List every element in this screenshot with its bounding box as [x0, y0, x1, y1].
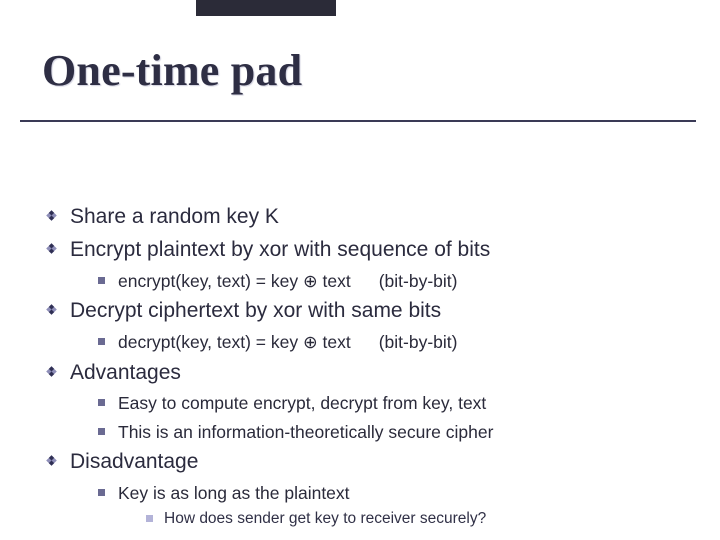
title-accent-strip — [196, 0, 336, 16]
bullet-advantages: Advantages Easy to compute encrypt, decr… — [42, 360, 692, 444]
diamond-bullet-icon — [44, 364, 59, 379]
diamond-bullet-icon — [44, 453, 59, 468]
bullet-decrypt: Decrypt ciphertext by xor with same bits… — [42, 298, 692, 353]
sub-decrypt-formula: decrypt(key, text) = key ⊕ text (bit-by-b… — [96, 331, 692, 353]
oplus-icon: ⊕ — [303, 332, 318, 352]
title-underline — [20, 120, 696, 122]
bullet-list-level2: encrypt(key, text) = key ⊕ text (bit-by-b… — [96, 270, 692, 292]
sub-text: This is an information-theoretically sec… — [118, 422, 493, 442]
bullet-text: Share a random key K — [70, 205, 279, 228]
slide: One-time pad Share a random key K Encryp… — [0, 0, 720, 540]
bullet-list-level3: How does sender get key to receiver secu… — [146, 509, 692, 528]
bullet-text: Advantages — [70, 361, 181, 384]
bullet-list-level2: Easy to compute encrypt, decrypt from ke… — [96, 392, 692, 443]
formula-prefix: decrypt(key, text) = key — [118, 332, 303, 352]
oplus-icon: ⊕ — [303, 271, 318, 291]
bullet-list-level2: decrypt(key, text) = key ⊕ text (bit-by-b… — [96, 331, 692, 353]
bullet-encrypt: Encrypt plaintext by xor with sequence o… — [42, 237, 692, 292]
subsub-transport-question: How does sender get key to receiver secu… — [146, 509, 692, 528]
sub-text: Easy to compute encrypt, decrypt from ke… — [118, 393, 486, 413]
formula-mid: text — [318, 332, 351, 352]
diamond-bullet-icon — [44, 208, 59, 223]
sub-disadvantage-keylen: Key is as long as the plaintext How does… — [96, 482, 692, 528]
bullet-list-level1: Share a random key K Encrypt plaintext b… — [42, 204, 692, 528]
sub-advantage-secure: This is an information-theoretically sec… — [96, 421, 692, 443]
diamond-bullet-icon — [44, 241, 59, 256]
bullet-text: Decrypt ciphertext by xor with same bits — [70, 299, 441, 322]
formula-prefix: encrypt(key, text) = key — [118, 271, 303, 291]
sub-encrypt-formula: encrypt(key, text) = key ⊕ text (bit-by-b… — [96, 270, 692, 292]
bullet-disadvantage: Disadvantage Key is as long as the plain… — [42, 449, 692, 528]
diamond-bullet-icon — [44, 302, 59, 317]
bullet-text: Disadvantage — [70, 450, 198, 473]
slide-title: One-time pad — [42, 0, 692, 102]
sub-text: Key is as long as the plaintext — [118, 483, 350, 503]
subsub-text: How does sender get key to receiver secu… — [164, 510, 486, 527]
sub-advantage-easy: Easy to compute encrypt, decrypt from ke… — [96, 392, 692, 414]
bullet-list-level2: Key is as long as the plaintext How does… — [96, 482, 692, 528]
bullet-text: Encrypt plaintext by xor with sequence o… — [70, 238, 490, 261]
formula-tail: (bit-by-bit) — [379, 271, 458, 291]
slide-body: Share a random key K Encrypt plaintext b… — [42, 102, 692, 540]
bullet-share-key: Share a random key K — [42, 204, 692, 231]
formula-mid: text — [318, 271, 351, 291]
formula-tail: (bit-by-bit) — [379, 332, 458, 352]
